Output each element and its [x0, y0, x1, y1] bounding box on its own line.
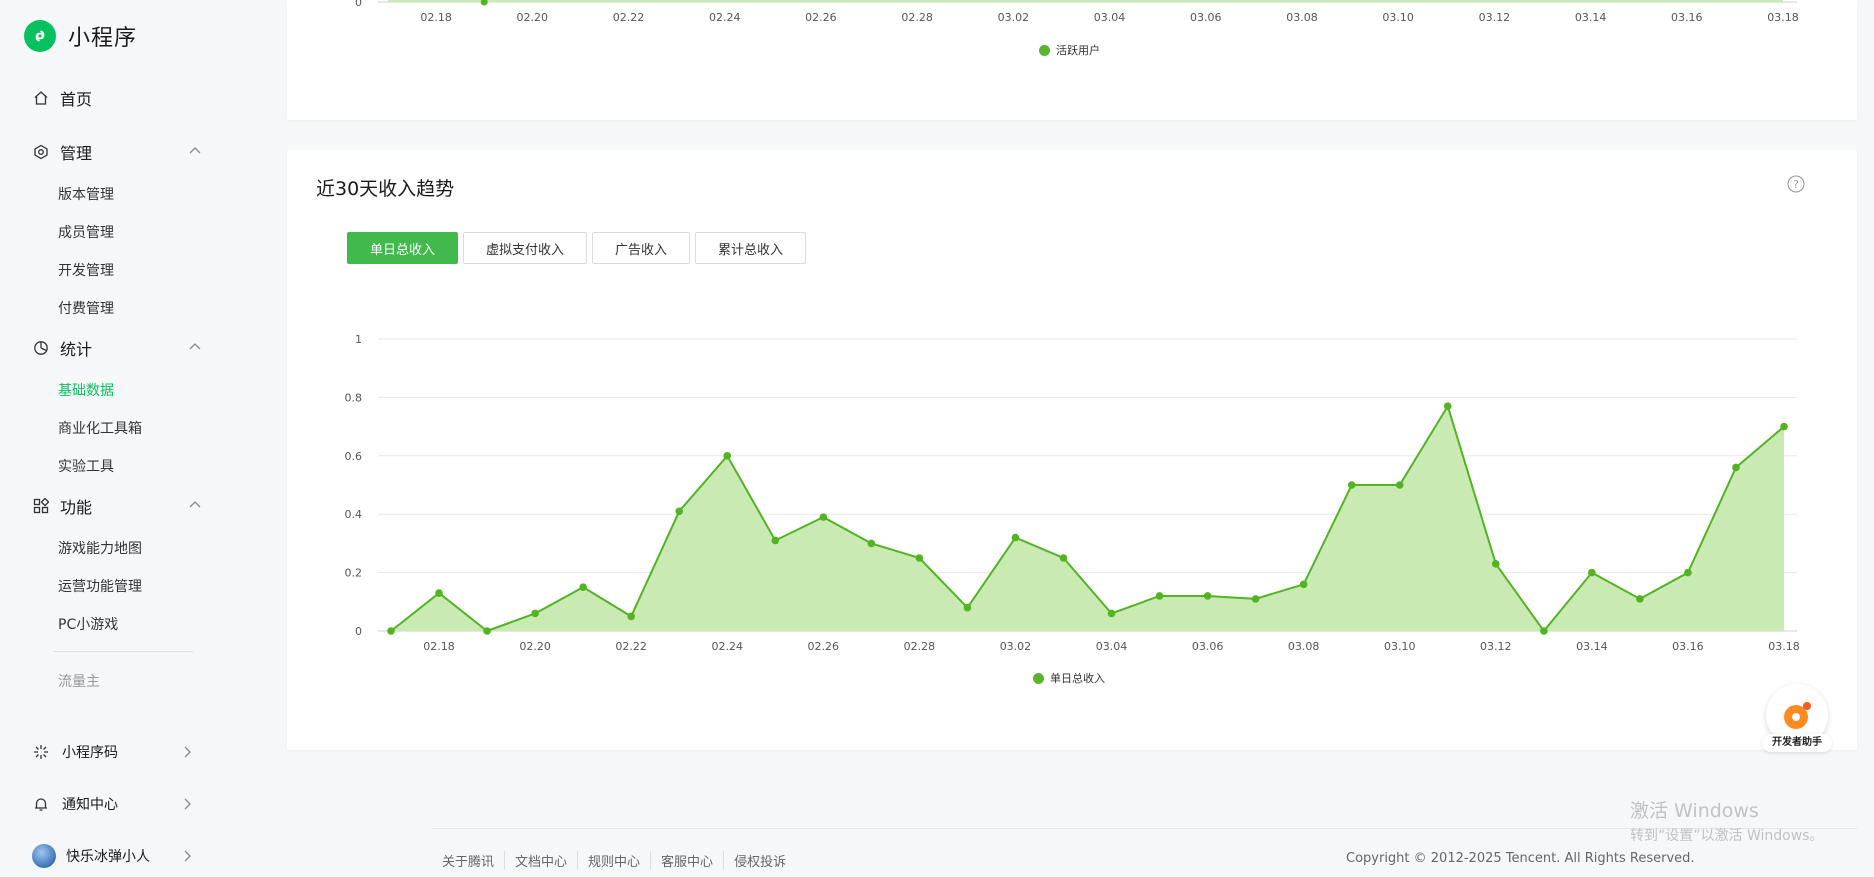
data-point	[387, 627, 395, 635]
charts-layer: 0 0.2 0.4 0.6 0.8 1 02.18 02.20 02.22 02.24 02.26 0…	[345, 0, 1800, 653]
legend-dot	[1033, 672, 1044, 684]
x-tick-label: 02.28	[901, 11, 933, 24]
x-tick-label: 03.18	[1767, 11, 1799, 24]
x-tick-label: 03.08	[1286, 11, 1318, 24]
legend-daily-revenue[interactable]: 单日总收入	[1033, 670, 1105, 686]
data-point	[1299, 580, 1308, 589]
data-point	[1155, 592, 1164, 600]
y-tick-label: 0.6	[345, 450, 363, 463]
x-tick-label: 02.22	[615, 640, 647, 653]
data-point	[1684, 568, 1692, 577]
data-point	[1780, 422, 1788, 431]
footer-link-docs[interactable]: 文档中心	[504, 851, 577, 870]
data-point	[867, 539, 876, 548]
x-tick-label: 02.28	[904, 640, 936, 653]
data-point	[1491, 560, 1500, 568]
y-tick-label: 0	[355, 0, 362, 9]
data-point	[1203, 592, 1212, 600]
data-point	[771, 536, 780, 545]
y-tick-label: 0.2	[345, 567, 363, 580]
x-tick-label: 02.24	[709, 11, 741, 24]
data-point	[435, 589, 443, 597]
legend-label: 单日总收入	[1050, 672, 1105, 685]
x-tick-label: 03.04	[1096, 640, 1128, 653]
footer-link-complaint[interactable]: 侵权投诉	[723, 851, 796, 870]
footer-links: 关于腾讯 文档中心 规则中心 客服中心 侵权投诉	[442, 851, 796, 870]
windows-activation-watermark: 激活 Windows 转到“设置”以激活 Windows。	[1630, 796, 1823, 845]
data-point	[1251, 595, 1260, 603]
y-tick-label: 0.4	[345, 508, 363, 521]
copyright: Copyright © 2012-2025 Tencent. All Right…	[1346, 851, 1695, 866]
data-point	[1540, 627, 1548, 635]
x-tick-label: 03.14	[1576, 640, 1608, 653]
footer-link-support[interactable]: 客服中心	[650, 851, 723, 870]
data-point	[1395, 481, 1404, 489]
x-tick-label: 02.26	[805, 11, 837, 24]
x-tick-label: 03.12	[1479, 11, 1511, 24]
y-tick-label: 0	[355, 625, 362, 638]
x-tick-label: 03.02	[998, 11, 1030, 24]
data-point	[483, 627, 491, 635]
data-point	[1059, 554, 1068, 562]
x-tick-label: 03.10	[1384, 640, 1416, 653]
x-tick-label: 02.18	[423, 640, 455, 653]
x-tick-label: 02.24	[711, 640, 743, 653]
data-point	[1011, 533, 1020, 542]
data-point	[963, 603, 972, 612]
data-point	[1347, 481, 1356, 489]
x-tick-label: 03.06	[1192, 640, 1224, 653]
watermark-line2: 转到“设置”以激活 Windows。	[1630, 828, 1824, 844]
x-tick-label: 03.14	[1575, 11, 1607, 24]
data-point	[915, 554, 924, 562]
x-tick-label: 02.22	[613, 11, 645, 24]
data-point	[627, 612, 635, 621]
y-tick-label: 0.8	[345, 391, 363, 404]
data-point	[675, 507, 684, 516]
data-point	[531, 609, 539, 618]
data-point	[1636, 595, 1644, 603]
footer-link-about[interactable]: 关于腾讯	[442, 851, 504, 870]
x-tick-label: 03.16	[1671, 11, 1703, 24]
legend-active-users[interactable]: 活跃用户	[1039, 42, 1100, 58]
data-point	[723, 452, 732, 460]
data-point	[1107, 609, 1116, 618]
data-point	[819, 513, 828, 521]
x-tick-label: 02.20	[517, 11, 549, 24]
data-point	[1732, 463, 1740, 472]
x-tick-label: 03.16	[1672, 640, 1704, 653]
data-point	[579, 583, 587, 591]
x-tick-label: 02.26	[808, 640, 840, 653]
data-point	[1443, 402, 1452, 410]
x-tick-label: 02.20	[519, 640, 551, 653]
x-tick-label: 03.18	[1768, 640, 1800, 653]
y-tick-label: 1	[355, 333, 362, 346]
x-tick-label: 03.12	[1480, 640, 1512, 653]
x-tick-label: 03.10	[1382, 11, 1414, 24]
developer-assistant-label: 开发者助手	[1762, 734, 1832, 752]
data-point	[1588, 568, 1596, 577]
series-area	[388, 0, 1783, 2]
footer-link-rules[interactable]: 规则中心	[577, 851, 650, 870]
x-tick-label: 03.06	[1190, 11, 1222, 24]
x-tick-label: 03.04	[1094, 11, 1126, 24]
data-point	[480, 0, 488, 6]
x-tick-label: 02.18	[420, 11, 452, 24]
developer-assistant[interactable]: 开发者助手	[1762, 684, 1832, 756]
x-tick-label: 03.08	[1288, 640, 1320, 653]
x-tick-label: 03.02	[1000, 640, 1032, 653]
legend-label: 活跃用户	[1056, 44, 1100, 57]
watermark-line1: 激活 Windows	[1630, 800, 1759, 822]
legend-dot	[1039, 44, 1050, 56]
